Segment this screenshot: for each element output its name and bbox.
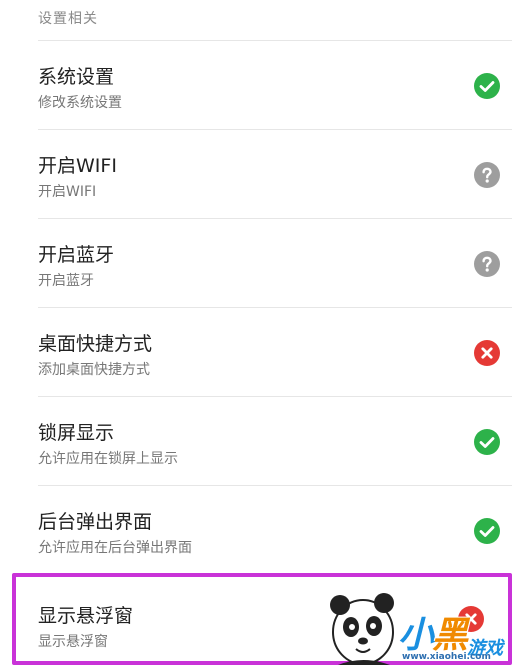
watermark-domain: www.xiaohei.com (402, 652, 491, 662)
settings-list: 系统设置 修改系统设置 开启WIFI 开启WIFI 开启蓝牙 开启蓝牙 桌面快捷… (0, 41, 520, 575)
setting-title: 后台弹出界面 (38, 511, 153, 533)
setting-row-background-popup[interactable]: 后台弹出界面 允许应用在后台弹出界面 (38, 486, 512, 575)
check-circle-icon[interactable] (474, 518, 500, 544)
question-circle-icon[interactable] (474, 162, 500, 188)
setting-subtitle: 修改系统设置 (38, 95, 122, 111)
setting-title: 系统设置 (38, 66, 115, 88)
setting-title: 显示悬浮窗 (38, 605, 134, 627)
setting-subtitle: 允许应用在后台弹出界面 (38, 540, 192, 556)
watermark-brand-part: 小 (398, 615, 434, 656)
setting-subtitle: 开启蓝牙 (38, 273, 94, 289)
setting-subtitle: 显示悬浮窗 (38, 634, 108, 650)
setting-title: 桌面快捷方式 (38, 333, 153, 355)
check-circle-icon[interactable] (474, 73, 500, 99)
permissions-screen: 设置相关 系统设置 修改系统设置 开启WIFI 开启WIFI 开启蓝牙 开启蓝牙 (0, 0, 520, 670)
section-header: 设置相关 (38, 11, 98, 27)
setting-subtitle: 允许应用在锁屏上显示 (38, 451, 178, 467)
setting-subtitle: 添加桌面快捷方式 (38, 362, 150, 378)
setting-title: 锁屏显示 (38, 422, 115, 444)
check-circle-icon[interactable] (474, 429, 500, 455)
x-circle-icon[interactable] (474, 340, 500, 366)
setting-row-bluetooth[interactable]: 开启蓝牙 开启蓝牙 (38, 219, 512, 308)
setting-row-system-settings[interactable]: 系统设置 修改系统设置 (38, 41, 512, 130)
watermark-brand: 小黑 (398, 606, 468, 658)
setting-subtitle: 开启WIFI (38, 184, 97, 200)
watermark-brand-part: 黑 (432, 615, 468, 656)
setting-title: 开启WIFI (38, 155, 117, 177)
setting-row-wifi[interactable]: 开启WIFI 开启WIFI (38, 130, 512, 219)
setting-row-lock-screen[interactable]: 锁屏显示 允许应用在锁屏上显示 (38, 397, 512, 486)
setting-row-desktop-shortcut[interactable]: 桌面快捷方式 添加桌面快捷方式 (38, 308, 512, 397)
question-circle-icon[interactable] (474, 251, 500, 277)
setting-title: 开启蓝牙 (38, 244, 115, 266)
